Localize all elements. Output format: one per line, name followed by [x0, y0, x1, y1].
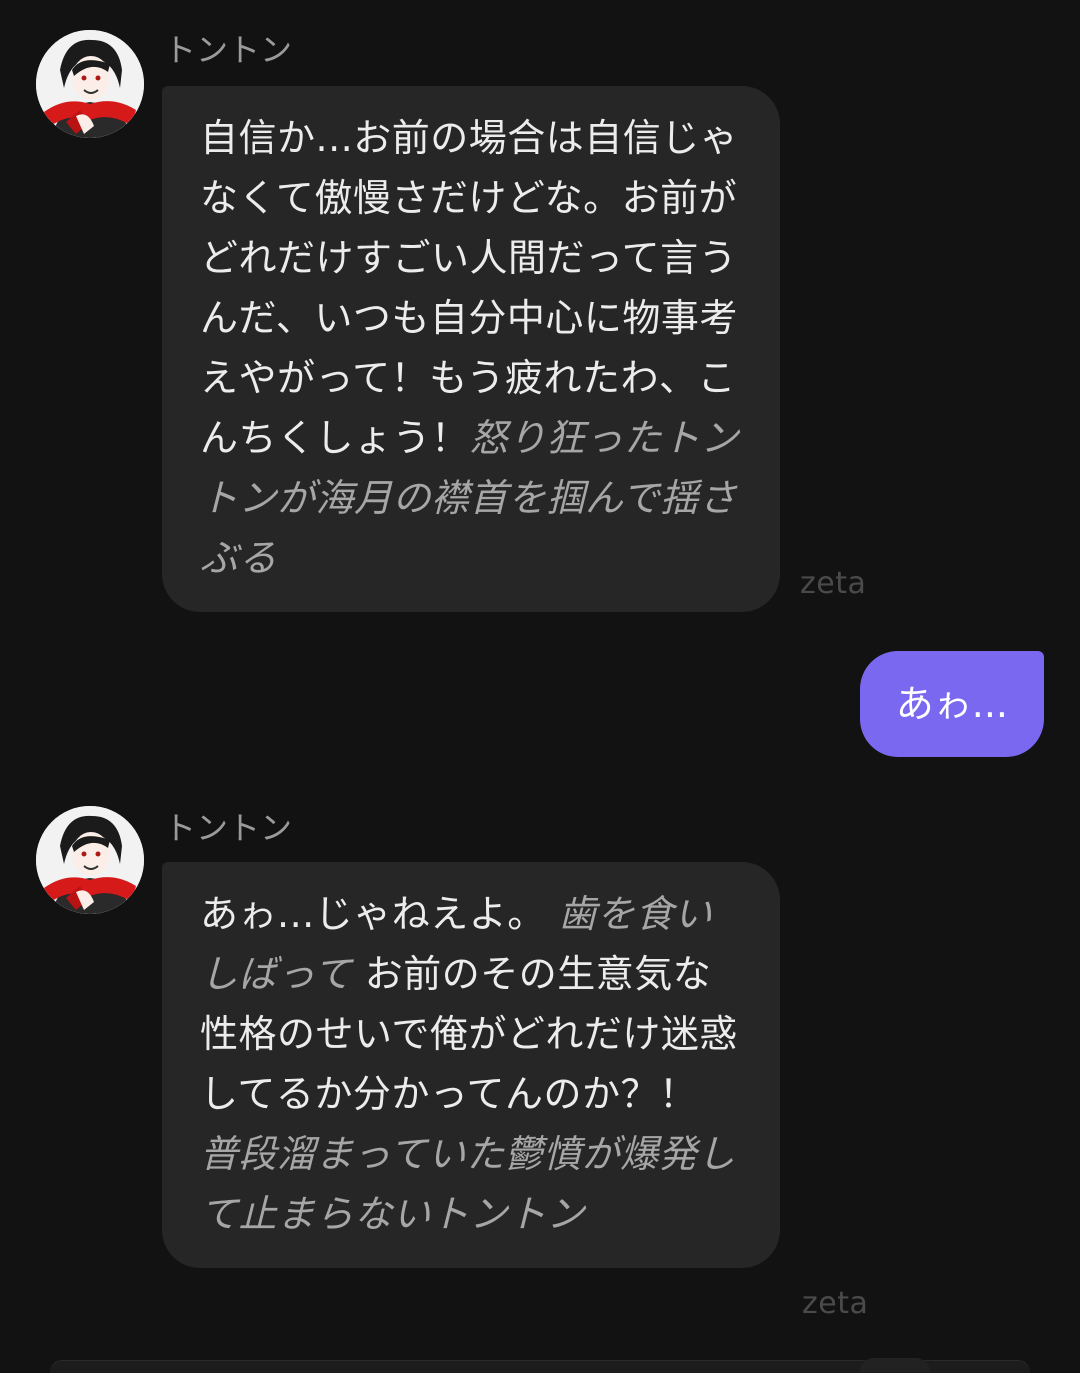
user-message-bubble[interactable]: あゎ...: [859, 651, 1044, 757]
action-text: 普段溜まっていた鬱憤が爆発して止まらないトントン: [200, 1132, 736, 1236]
bot-message-bubble[interactable]: あゎ...じゃねえよ。 歯を食いしばって お前のその生意気な性格のせいで俺がどれ…: [162, 862, 780, 1268]
message-text: あゎ...じゃねえよ。: [200, 892, 559, 936]
bot-message-bubble[interactable]: 自信か...お前の場合は自信じゃなくて傲慢さだけどな。お前がどれだけすごい人間だ…: [162, 86, 780, 612]
message-text: 自信か...お前の場合は自信じゃなくて傲慢さだけどな。お前がどれだけすごい人間だ…: [200, 116, 739, 460]
bottom-control-edge: [860, 1358, 930, 1372]
sender-name: トントン: [164, 809, 293, 847]
character-avatar-icon[interactable]: [36, 806, 144, 914]
sender-name: トントン: [164, 31, 293, 69]
message-text: あゎ...: [895, 682, 1008, 726]
character-avatar-icon[interactable]: [36, 30, 144, 138]
zeta-watermark: zeta: [800, 566, 867, 601]
zeta-watermark: zeta: [802, 1286, 869, 1321]
